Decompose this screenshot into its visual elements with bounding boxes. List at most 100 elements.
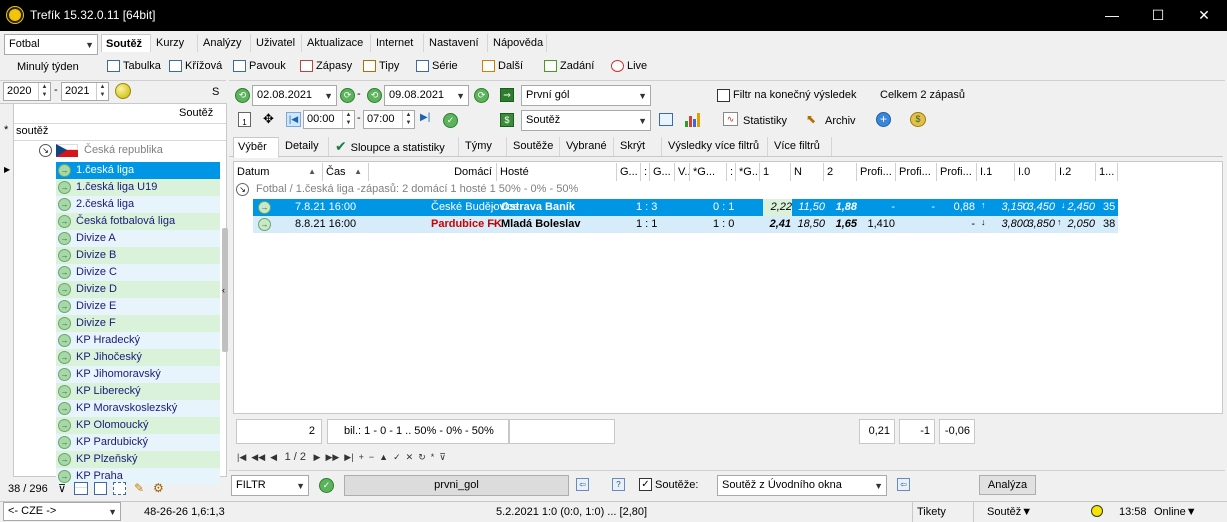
nav-next-page-icon[interactable]: ▶▶ xyxy=(325,452,339,462)
sub-tab[interactable]: Týmy xyxy=(461,137,507,156)
column-header[interactable]: 1 xyxy=(760,163,791,181)
ball-icon[interactable] xyxy=(115,83,131,99)
column-header[interactable]: G... xyxy=(650,163,675,181)
sub-tab[interactable]: Výsledky více filtrů xyxy=(664,137,768,156)
souteze-select[interactable]: Soutěž z Úvodního okna ▼ xyxy=(717,475,887,496)
filter-text[interactable]: soutěž xyxy=(16,125,48,137)
column-header[interactable]: Datum ▲ xyxy=(234,163,323,181)
arrow-right-icon[interactable]: ⇒ xyxy=(500,88,514,102)
menu-tab[interactable]: Internet xyxy=(372,34,424,52)
nav-delete-icon[interactable]: − xyxy=(369,452,374,462)
column-header[interactable]: I.2 xyxy=(1056,163,1096,181)
tree-item[interactable]: → Divize A xyxy=(56,230,220,247)
menu-tab[interactable]: Nápověda xyxy=(489,34,547,52)
year-from-spin[interactable]: 2020 ▲ ▼ xyxy=(3,82,51,101)
column-header[interactable]: Profi... xyxy=(896,163,937,181)
splitter-arrow-icon[interactable]: ‹ xyxy=(222,285,225,295)
time-from-spin[interactable]: 00:00 ▲ ▼ xyxy=(303,110,355,129)
nav-check-icon[interactable]: ✓ xyxy=(393,452,401,462)
tree-item[interactable]: → Divize B xyxy=(56,247,220,264)
maximize-button[interactable]: ☐ xyxy=(1135,0,1181,31)
filter-name-button[interactable]: prvni_gol xyxy=(344,475,569,496)
sub-tab[interactable]: Detaily xyxy=(281,137,329,156)
nav-refresh-icon[interactable]: ↻ xyxy=(418,452,426,462)
tree-item[interactable]: → Divize D xyxy=(56,281,220,298)
column-header[interactable]: Profi... xyxy=(937,163,977,181)
minuly-tyden-button[interactable]: Minulý týden xyxy=(17,61,79,73)
online-status-button[interactable]: Online▼ xyxy=(1150,502,1210,522)
tree-item[interactable]: → Divize E xyxy=(56,298,220,315)
sub-tab[interactable]: Výběr xyxy=(233,137,279,158)
sub-tab[interactable]: Více filtrů xyxy=(770,137,832,156)
column-header[interactable]: : xyxy=(727,163,736,181)
tree-item[interactable]: → KP Plzeňský xyxy=(56,451,220,468)
toolbar-cross-table-button[interactable]: Křížová xyxy=(169,57,222,75)
soutez-status-button[interactable]: Soutěž▼ xyxy=(983,502,1063,522)
tree-item[interactable]: → Česká fotbalová liga xyxy=(56,213,220,230)
first-icon[interactable]: |◀ xyxy=(286,112,301,127)
sub-tab[interactable]: Vybrané xyxy=(562,137,614,156)
toolbar-more-button[interactable]: Další xyxy=(482,57,523,75)
column-header[interactable]: : xyxy=(641,163,650,181)
column-header[interactable]: 2 xyxy=(824,163,857,181)
tree-item[interactable]: → KP Olomoucký xyxy=(56,417,220,434)
nav-star-icon[interactable]: * xyxy=(431,452,435,462)
tikety-button[interactable]: Tikety xyxy=(912,502,974,522)
menu-tab[interactable]: Soutěž xyxy=(101,34,151,52)
tree-item[interactable]: → 1.česká liga xyxy=(56,162,220,179)
calendar-icon[interactable]: 1 xyxy=(238,112,251,127)
time-to-spin[interactable]: 07:00 ▲ ▼ xyxy=(363,110,415,129)
next-date-icon[interactable]: ⟳ xyxy=(340,88,355,103)
souteze-load-icon[interactable]: ⇦ xyxy=(897,478,910,491)
prev-date-icon[interactable]: ⟲ xyxy=(235,88,250,103)
souteze-checkbox[interactable]: ✓ xyxy=(639,478,652,491)
column-header[interactable]: Hosté xyxy=(497,163,617,181)
edit-icon[interactable]: ✎ xyxy=(134,481,144,495)
filter-apply-icon[interactable]: ✓ xyxy=(319,478,334,493)
toolbar-tips-button[interactable]: Tipy xyxy=(363,57,399,75)
nav-filter-icon[interactable]: ⊽ xyxy=(439,452,446,462)
nav-prev-icon[interactable]: ◀ xyxy=(270,452,277,462)
nav-add-icon[interactable]: + xyxy=(359,452,364,462)
column-header[interactable]: *G... xyxy=(690,163,727,181)
column-header[interactable]: Profi... xyxy=(857,163,896,181)
tree-item[interactable]: → KP Moravskoslezský xyxy=(56,400,220,417)
bar-chart-icon[interactable] xyxy=(684,112,700,127)
filtr-select[interactable]: FILTR ▼ xyxy=(231,475,309,496)
row-arrow-icon[interactable]: → xyxy=(258,201,271,214)
archive-icon[interactable]: ⬉ xyxy=(806,112,816,126)
filter-final-checkbox[interactable] xyxy=(717,89,730,102)
settings-icon[interactable]: ⚙ xyxy=(153,481,164,495)
tree-item[interactable]: → KP Jihomoravský xyxy=(56,366,220,383)
money-icon[interactable]: $ xyxy=(910,112,926,127)
toolbar-entry-button[interactable]: Zadání xyxy=(544,57,594,75)
menu-tab[interactable]: Analýzy xyxy=(199,34,251,52)
filter-load-icon[interactable]: ⇦ xyxy=(576,478,589,491)
next-date-icon-2[interactable]: ⟳ xyxy=(474,88,489,103)
menu-tab[interactable]: Nastavení xyxy=(425,34,488,52)
tree-item[interactable]: → KP Pardubický xyxy=(56,434,220,451)
grid-icon[interactable] xyxy=(113,482,126,495)
soutez-select[interactable]: Soutěž ▼ xyxy=(521,110,651,131)
statistiky-button[interactable]: Statistiky xyxy=(743,115,787,127)
move-icon[interactable]: ✥ xyxy=(263,111,274,127)
date-to-field[interactable]: 09.08.2021 ▼ xyxy=(384,85,469,106)
column-header[interactable]: I.1 xyxy=(977,163,1015,181)
nav-prev-page-icon[interactable]: ◀◀ xyxy=(251,452,265,462)
menu-tab[interactable]: Aktualizace xyxy=(303,34,371,52)
tree-item[interactable]: → KP Jihočeský xyxy=(56,349,220,366)
toolbar-series-button[interactable]: Série xyxy=(416,57,458,75)
column-header[interactable]: G... xyxy=(617,163,641,181)
nav-cancel-icon[interactable]: ✕ xyxy=(406,452,414,462)
table-icon[interactable] xyxy=(74,482,88,495)
filter-icon[interactable]: ⊽ xyxy=(58,482,66,495)
tree-item[interactable]: → Divize F xyxy=(56,315,220,332)
confirm-icon[interactable]: ✓ xyxy=(443,113,458,128)
sub-tab[interactable]: Skrýt xyxy=(616,137,662,156)
column-header[interactable]: Domácí xyxy=(369,163,497,181)
tree-item[interactable]: → 2.česká liga xyxy=(56,196,220,213)
minimize-button[interactable]: — xyxy=(1089,0,1135,31)
column-header[interactable]: Čas ▲ xyxy=(323,163,369,181)
add-table-icon[interactable] xyxy=(94,482,107,495)
sub-tab[interactable]: ✔ Sloupce a statistiky xyxy=(331,137,459,156)
